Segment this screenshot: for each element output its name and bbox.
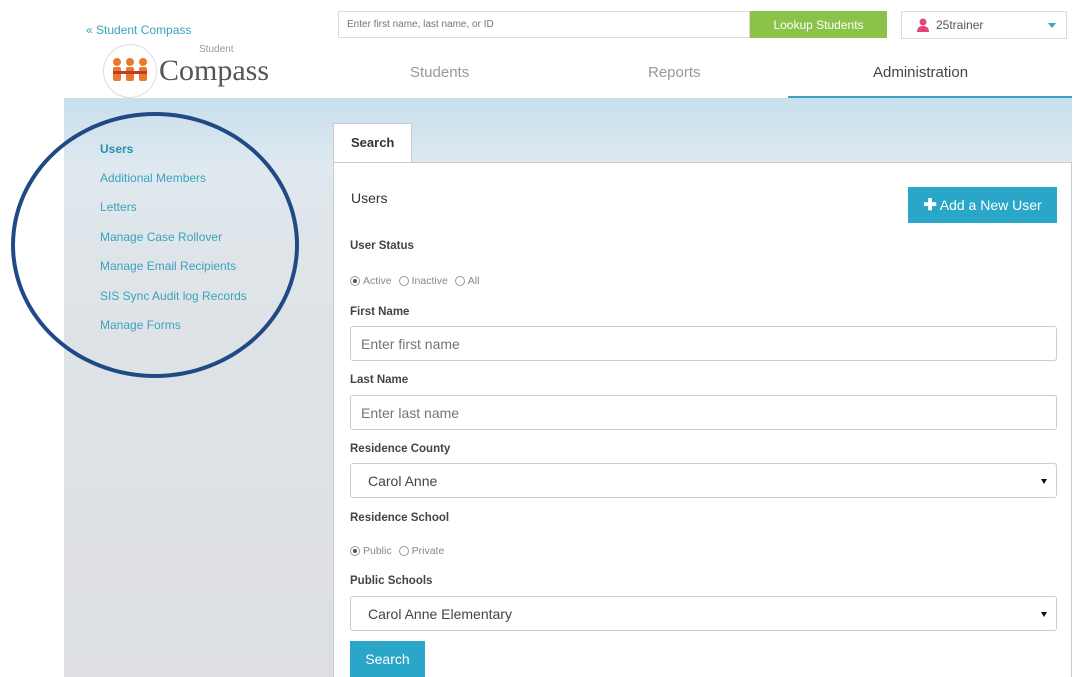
logo[interactable]: Student Compass: [103, 44, 269, 98]
add-new-user-label: Add a New User: [939, 197, 1042, 213]
sidebar-item-sis-sync-audit[interactable]: SIS Sync Audit log Records: [100, 289, 247, 303]
residence-county-select[interactable]: Carol Anne: [350, 463, 1057, 498]
student-search-input[interactable]: [338, 11, 750, 38]
radio-all-label: All: [467, 275, 480, 287]
radio-private[interactable]: [398, 546, 409, 556]
user-name: 25trainer: [936, 18, 984, 32]
first-name-field[interactable]: [350, 326, 1057, 361]
residence-county-value: Carol Anne: [368, 472, 438, 489]
tab-search[interactable]: Search: [333, 123, 412, 163]
public-schools-value: Carol Anne Elementary: [368, 605, 512, 622]
user-status-label: User Status: [350, 240, 414, 252]
dropdown-arrow-icon: [1041, 612, 1047, 617]
sidebar-item-manage-case-rollover[interactable]: Manage Case Rollover: [100, 230, 222, 244]
sidebar-item-letters[interactable]: Letters: [100, 200, 137, 214]
user-icon: [917, 18, 929, 32]
radio-inactive-label: Inactive: [411, 275, 448, 287]
chevron-down-icon: [1048, 23, 1056, 28]
tab-students[interactable]: Students: [410, 64, 469, 81]
last-name-field[interactable]: [350, 395, 1057, 430]
radio-active[interactable]: [350, 276, 360, 286]
radio-public[interactable]: [350, 546, 360, 556]
radio-private-label: Private: [411, 545, 445, 557]
user-menu[interactable]: 25trainer: [901, 11, 1067, 39]
radio-public-label: Public: [363, 545, 392, 557]
logo-wordmark: Compass: [159, 54, 270, 87]
radio-active-label: Active: [363, 275, 392, 287]
add-new-user-button[interactable]: ✚ Add a New User: [908, 187, 1057, 223]
tab-administration[interactable]: Administration: [873, 64, 968, 81]
logo-text: Student Compass: [159, 45, 270, 87]
sidebar-item-manage-email-recipients[interactable]: Manage Email Recipients: [100, 259, 236, 273]
residence-county-label: Residence County: [350, 443, 451, 455]
lookup-students-button[interactable]: Lookup Students: [750, 11, 887, 38]
last-name-label: Last Name: [350, 374, 409, 386]
plus-icon: ✚: [923, 197, 937, 214]
user-status-radio-group: Active Inactive All: [350, 275, 486, 287]
radio-all[interactable]: [454, 276, 465, 286]
back-link[interactable]: « Student Compass: [86, 23, 191, 37]
search-button[interactable]: Search: [350, 641, 425, 677]
sidebar-item-additional-members[interactable]: Additional Members: [100, 171, 206, 185]
radio-inactive[interactable]: [398, 276, 409, 286]
public-schools-select[interactable]: Carol Anne Elementary: [350, 596, 1057, 631]
residence-school-radio-group: Public Private: [350, 545, 451, 557]
residence-school-label: Residence School: [350, 512, 450, 524]
tab-reports[interactable]: Reports: [648, 64, 701, 81]
first-name-label: First Name: [350, 306, 410, 318]
panel-title: Users: [351, 190, 388, 206]
sidebar-item-manage-forms: Manage Forms: [100, 318, 181, 332]
logo-badge-icon: [103, 44, 157, 98]
sidebar-item-users[interactable]: Users: [100, 142, 133, 156]
public-schools-label: Public Schools: [350, 575, 433, 587]
dropdown-arrow-icon: [1041, 479, 1047, 484]
logo-subtext: Student: [199, 44, 234, 55]
